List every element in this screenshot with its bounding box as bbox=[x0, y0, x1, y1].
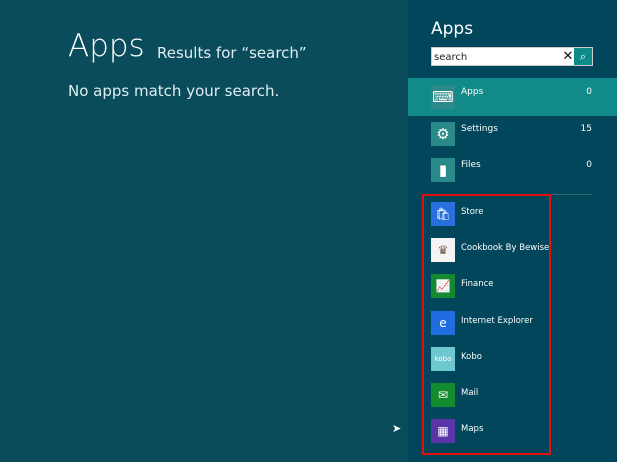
search-icon[interactable]: ⌕ bbox=[574, 48, 592, 65]
category-files[interactable]: ▮ Files 0 bbox=[408, 151, 617, 189]
app-label: Finance bbox=[461, 279, 494, 290]
mouse-cursor-icon: ➤ bbox=[392, 422, 402, 435]
search-box: ✕ ⌕ bbox=[431, 47, 593, 66]
search-input[interactable] bbox=[434, 49, 554, 65]
category-label: Apps bbox=[461, 87, 484, 97]
app-label: Cookbook By Bewise bbox=[461, 243, 550, 254]
app-item-maps[interactable]: ▦ Maps bbox=[431, 419, 551, 445]
gear-icon: ⚙ bbox=[431, 122, 455, 146]
mail-app-icon: ✉ bbox=[431, 383, 455, 407]
category-label: Settings bbox=[461, 124, 498, 134]
app-label: Mail bbox=[461, 388, 479, 398]
app-label: Store bbox=[461, 207, 484, 217]
search-pane: Apps ✕ ⌕ ⌨ Apps 0 ⚙ Settings 15 ▮ Files … bbox=[408, 0, 617, 462]
results-subtitle: Results for “search” bbox=[157, 44, 307, 62]
app-label: Maps bbox=[461, 424, 484, 435]
app-item-cookbook-by-bewise[interactable]: ♛ Cookbook By Bewise bbox=[431, 238, 551, 264]
category-label: Files bbox=[461, 160, 481, 170]
category-count: 0 bbox=[586, 160, 592, 170]
no-results-message: No apps match your search. bbox=[68, 82, 280, 100]
app-item-mail[interactable]: ✉ Mail bbox=[431, 383, 551, 409]
kobo-app-icon: kobo bbox=[431, 346, 455, 371]
keyboard-icon: ⌨ bbox=[431, 85, 455, 109]
category-settings[interactable]: ⚙ Settings 15 bbox=[408, 115, 617, 153]
app-label: Internet Explorer bbox=[461, 315, 533, 326]
file-icon: ▮ bbox=[431, 158, 455, 182]
app-item-finance[interactable]: 📈 Finance bbox=[431, 274, 551, 300]
finance-app-icon: 📈 bbox=[431, 274, 455, 299]
internet-explorer-app-icon: e bbox=[431, 310, 455, 335]
category-count: 15 bbox=[580, 124, 592, 134]
page-title: Apps bbox=[68, 28, 145, 64]
category-apps[interactable]: ⌨ Apps 0 bbox=[408, 78, 617, 116]
app-item-kobo[interactable]: kobo Kobo bbox=[431, 346, 551, 373]
app-label: Kobo bbox=[461, 351, 482, 362]
cookbook-by-bewise-app-icon: ♛ bbox=[431, 238, 455, 263]
app-item-store[interactable]: 🛍 Store bbox=[431, 202, 551, 228]
category-count: 0 bbox=[586, 87, 592, 97]
search-pane-title: Apps bbox=[431, 19, 474, 39]
store-app-icon: 🛍 bbox=[431, 202, 455, 226]
maps-app-icon: ▦ bbox=[431, 419, 455, 444]
app-item-internet-explorer[interactable]: e Internet Explorer bbox=[431, 310, 551, 337]
